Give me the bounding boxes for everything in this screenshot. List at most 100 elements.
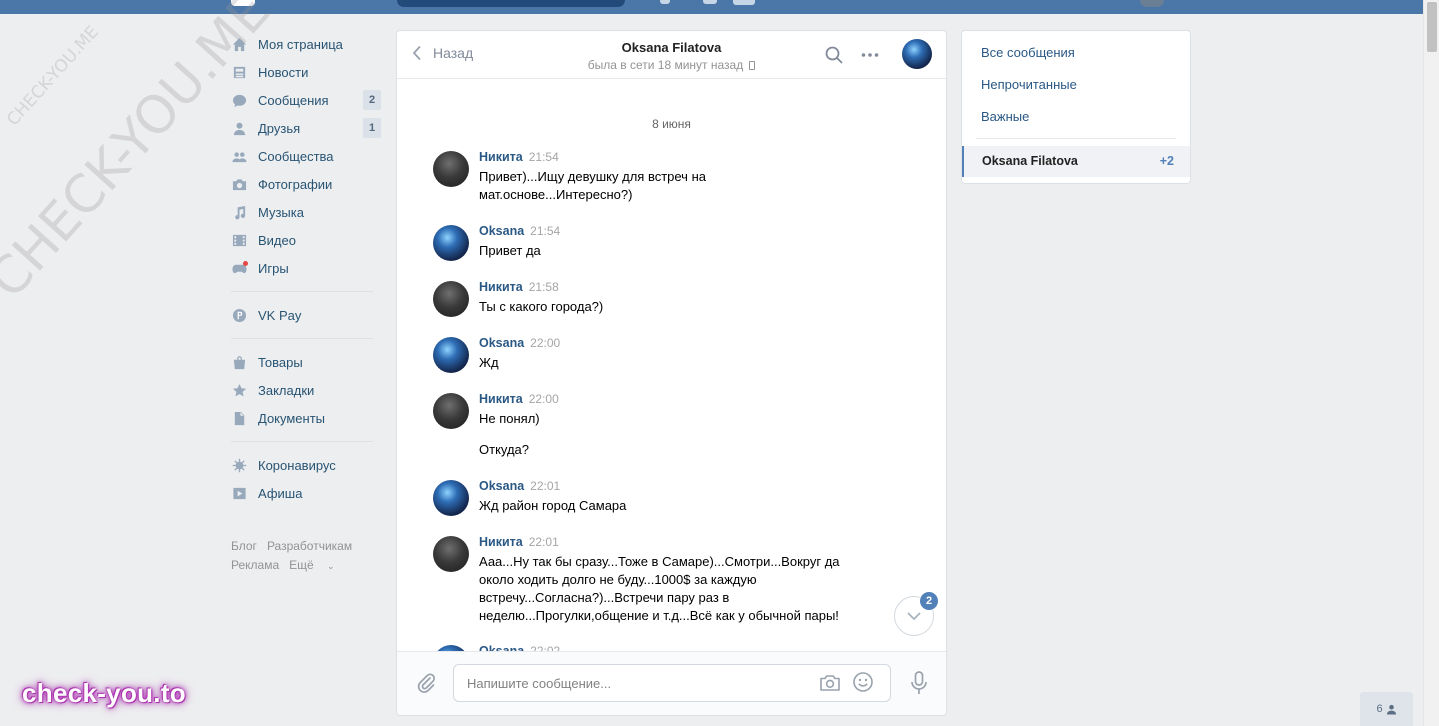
nav-item-documents[interactable]: Документы: [231, 404, 381, 432]
message-list[interactable]: Никита 21:54 Привет)...Ищу девушку для вс…: [397, 31, 946, 715]
nav-item-photos[interactable]: Фотографии: [231, 170, 381, 198]
footer-link-more[interactable]: Ещё ⌄: [289, 558, 344, 572]
folder-all-messages[interactable]: Все сообщения: [981, 45, 1075, 60]
header-search-input[interactable]: [397, 0, 625, 7]
nav-divider: [231, 291, 373, 292]
nav-label: Фотографии: [258, 176, 333, 192]
nav-label: Видео: [258, 232, 296, 248]
nav-item-video[interactable]: Видео: [231, 226, 381, 254]
nav-label: Сообщения: [258, 92, 329, 108]
message-header: Никита 21:58: [479, 280, 559, 294]
message-author[interactable]: Никита: [479, 280, 523, 294]
nav-item-communities[interactable]: Сообщества: [231, 142, 381, 170]
nav-label: Новости: [258, 64, 309, 80]
author-avatar[interactable]: [433, 281, 469, 317]
message-author[interactable]: Никита: [479, 535, 523, 549]
message-text: Привет)...Ищу девушку для встреч на мат.…: [479, 169, 706, 202]
watermark-brand: check-you.to: [22, 678, 186, 708]
games-notification-dot: [243, 261, 248, 266]
notifications-icon[interactable]: [660, 0, 670, 4]
nav-label: Сообщества: [258, 148, 334, 164]
nav-item-afisha[interactable]: Афиша: [231, 479, 381, 507]
footer-more-label: Ещё: [289, 558, 314, 572]
microphone-icon[interactable]: [908, 670, 930, 696]
message-text: Привет да: [479, 243, 541, 258]
folder-unread[interactable]: Непрочитанные: [981, 77, 1077, 92]
message-text: Жд район город Самара: [479, 498, 627, 513]
footer-link-developers[interactable]: Разработчикам: [267, 539, 352, 553]
friends-icon: [231, 120, 247, 136]
nav-item-vkpay[interactable]: VK Pay: [231, 301, 381, 329]
message-header: Oksana 21:54: [479, 224, 560, 238]
watermark-small: CHECK-YOU.ME: [3, 22, 103, 130]
news-icon: [231, 64, 247, 80]
home-icon: [231, 36, 247, 52]
nav-label: Афиша: [258, 485, 303, 501]
scroll-to-bottom-button[interactable]: 2: [894, 591, 939, 636]
scrollbar-thumb[interactable]: [1427, 2, 1437, 52]
header-action-icon[interactable]: [733, 0, 755, 5]
nav-item-messages[interactable]: Сообщения 2: [231, 86, 381, 114]
person-icon: [1386, 704, 1396, 715]
author-avatar[interactable]: [433, 393, 469, 429]
message-author[interactable]: Oksana: [479, 336, 524, 350]
nav-label: VK Pay: [258, 307, 302, 323]
nav-item-bookmarks[interactable]: Закладки: [231, 376, 381, 404]
author-avatar[interactable]: [433, 225, 469, 261]
online-count: 6: [1376, 703, 1383, 715]
page-scrollbar[interactable]: [1423, 0, 1439, 726]
nav-item-music[interactable]: Музыка: [231, 198, 381, 226]
author-avatar[interactable]: [433, 337, 469, 373]
message-text: Ааа...Ну так бы сразу...Тоже в Самаре)..…: [479, 554, 840, 623]
author-avatar[interactable]: [433, 536, 469, 572]
nav-item-friends[interactable]: Друзья 1: [231, 114, 381, 142]
folders-panel: Все сообщения Непрочитанные Важные Oksan…: [961, 30, 1191, 184]
nav-item-shop[interactable]: Товары: [231, 348, 381, 376]
document-icon: [231, 410, 247, 426]
nav-item-games[interactable]: Игры: [231, 254, 381, 282]
nav-label: Закладки: [258, 382, 315, 398]
nav-label: Музыка: [258, 204, 304, 220]
footer-link-blog[interactable]: Блог: [231, 539, 257, 553]
message-time: 22:00: [528, 392, 559, 406]
nav-item-coronavirus[interactable]: Коронавирус: [231, 451, 381, 479]
unread-count-badge: 2: [919, 591, 939, 611]
folder-important[interactable]: Важные: [981, 109, 1029, 124]
nav-item-my-page[interactable]: Моя страница: [231, 30, 381, 58]
nav-divider: [231, 338, 373, 339]
conversation-more-count: +2: [1159, 154, 1174, 168]
message-header: Никита 21:54: [479, 150, 559, 164]
messages-icon: [231, 92, 247, 108]
message-text: Откуда?: [479, 442, 530, 457]
message-text: Ты с какого города?): [479, 299, 604, 314]
camera-icon[interactable]: [819, 672, 841, 694]
bookmark-icon: [231, 382, 247, 398]
online-friends-widget[interactable]: 6: [1360, 692, 1413, 726]
nav-label: Друзья: [258, 120, 301, 136]
music-player-icon[interactable]: [703, 0, 717, 4]
message-header: Никита 22:01: [479, 535, 559, 549]
message-time: 21:54: [530, 224, 561, 238]
user-avatar[interactable]: [1140, 0, 1164, 7]
message-header: Oksana 22:01: [479, 479, 560, 493]
footer-link-ads[interactable]: Реклама: [231, 558, 279, 572]
vk-logo-icon[interactable]: [231, 0, 255, 6]
photos-icon: [231, 176, 247, 192]
active-conversation-item[interactable]: Oksana Filatova +2: [962, 146, 1190, 177]
emoji-icon[interactable]: [852, 671, 874, 693]
message-author[interactable]: Oksana: [479, 479, 524, 493]
message-author[interactable]: Oksana: [479, 224, 524, 238]
chevron-down-icon: ⌄: [327, 561, 335, 571]
message-time: 22:01: [530, 479, 561, 493]
shop-icon: [231, 354, 247, 370]
top-header-bar: [0, 0, 1423, 14]
attachment-icon[interactable]: [415, 672, 437, 694]
message-composer: [397, 651, 946, 715]
author-avatar[interactable]: [433, 480, 469, 516]
music-icon: [231, 204, 247, 220]
nav-item-news[interactable]: Новости: [231, 58, 381, 86]
message-author[interactable]: Никита: [479, 150, 523, 164]
author-avatar[interactable]: [433, 151, 469, 187]
nav-label: Моя страница: [258, 36, 343, 52]
message-author[interactable]: Никита: [479, 392, 523, 406]
